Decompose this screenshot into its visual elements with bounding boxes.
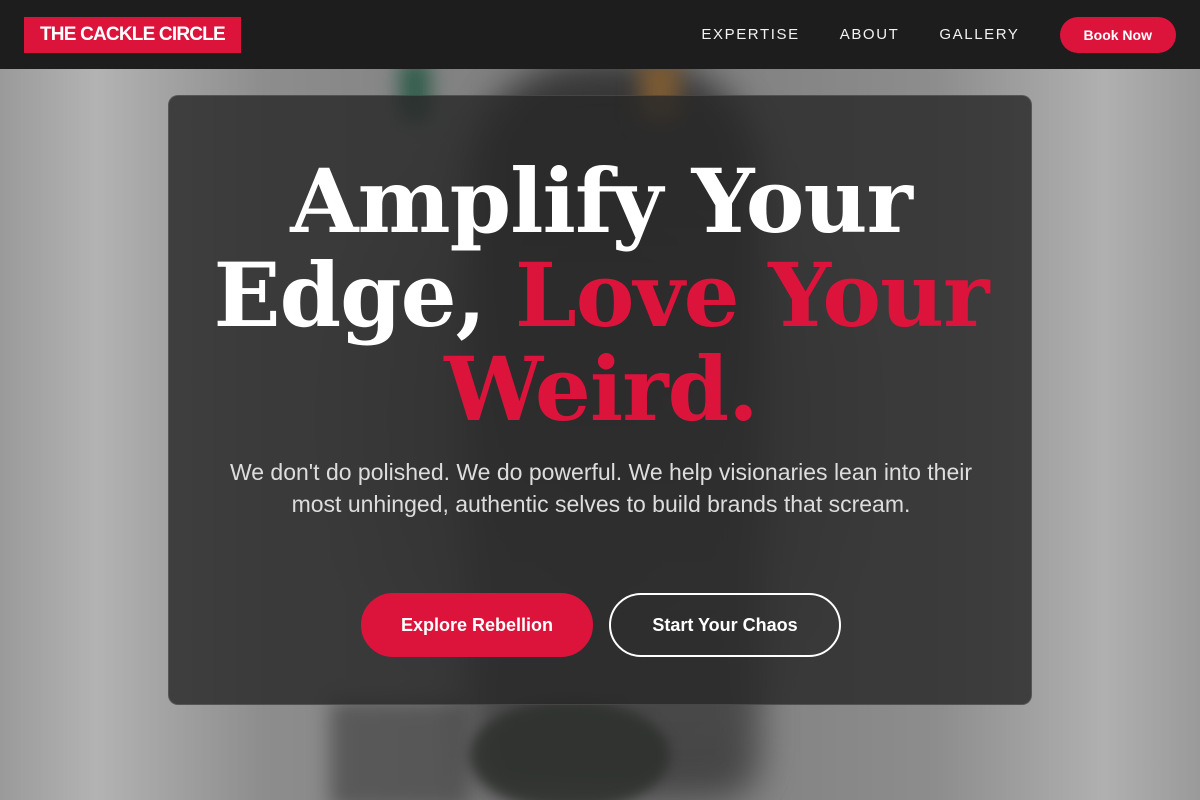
explore-rebellion-button[interactable]: Explore Rebellion — [361, 593, 593, 657]
headline-line-2-accent: Love Your — [514, 243, 990, 347]
headline-line-2-white: Edge, — [213, 243, 515, 347]
hero-headline: Amplify Your Edge, Love Your Weird. — [169, 154, 1033, 436]
hero-card: Amplify Your Edge, Love Your Weird. We d… — [168, 95, 1032, 705]
nav-link-gallery[interactable]: GALLERY — [939, 26, 1019, 43]
headline-line-2: Edge, Love Your — [169, 248, 1033, 342]
hero-subtitle: We don't do polished. We do powerful. We… — [229, 459, 973, 517]
background-leaf-shape — [470, 700, 670, 800]
nav-link-about[interactable]: ABOUT — [840, 26, 900, 43]
start-your-chaos-button[interactable]: Start Your Chaos — [609, 593, 841, 657]
background-streak-shape — [330, 700, 470, 800]
hero-cta-row: Explore Rebellion Start Your Chaos — [169, 593, 1033, 657]
site-header: THE CACKLE CIRCLE EXPERTISE ABOUT GALLER… — [0, 0, 1200, 69]
headline-line-3-accent: Weird. — [444, 337, 759, 441]
brand-logo[interactable]: THE CACKLE CIRCLE — [24, 16, 241, 53]
book-now-button[interactable]: Book Now — [1059, 16, 1176, 53]
main-nav: EXPERTISE ABOUT GALLERY Book Now — [701, 16, 1176, 53]
headline-line-1: Amplify Your — [290, 149, 913, 253]
nav-link-expertise[interactable]: EXPERTISE — [701, 26, 799, 43]
